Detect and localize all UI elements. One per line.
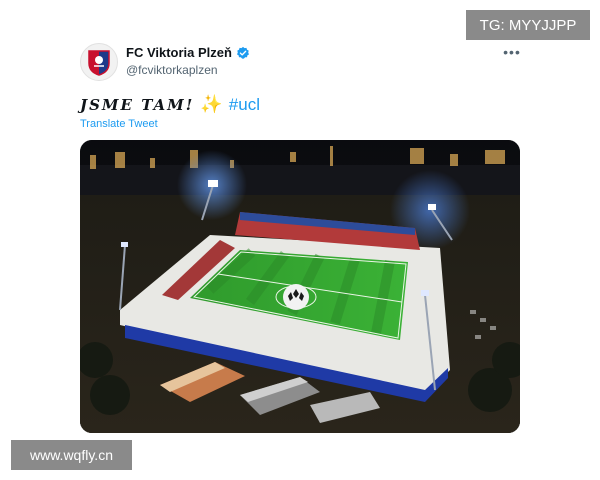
site-watermark: www.wqfly.cn [11,440,132,470]
avatar[interactable] [80,43,118,81]
stadium-aerial-image [80,140,520,433]
sparkles-icon: ✨ [200,94,223,114]
author-name-row[interactable]: FC Viktoria Plzeň [126,45,250,60]
club-crest-icon [88,50,110,76]
translate-tweet-link[interactable]: Translate Tweet [80,118,158,130]
more-options-icon[interactable]: ••• [500,42,524,62]
tweet-text: JSME TAM! ✨ #ucl [80,94,260,115]
verified-badge-icon [236,46,249,59]
tweet-main-text: JSME TAM! [80,95,195,114]
author-handle[interactable]: @fcviktorkaplzen [126,63,218,77]
tg-watermark-badge: TG: MYYJJPP [466,10,590,40]
display-name[interactable]: FC Viktoria Plzeň [126,45,232,60]
hashtag-link[interactable]: #ucl [229,95,260,115]
tweet-photo-stadium[interactable] [80,140,520,433]
